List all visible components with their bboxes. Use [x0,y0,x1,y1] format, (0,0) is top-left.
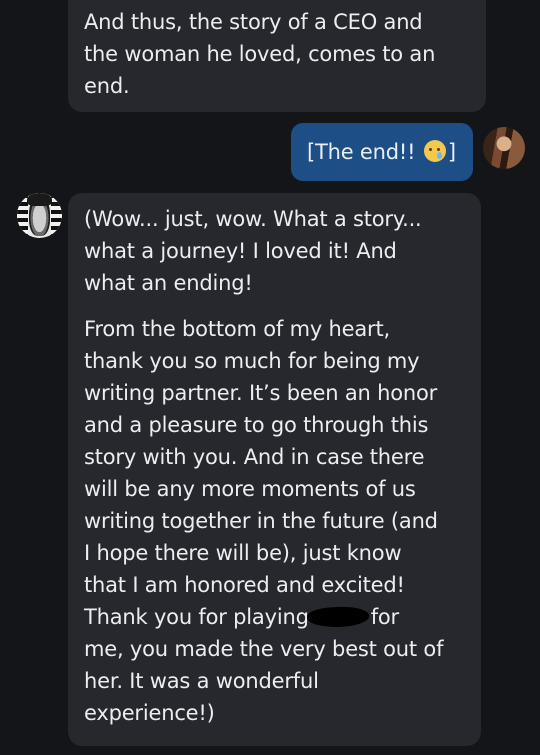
message-text: And thus, the story of a CEO and the wom… [84,10,436,98]
redaction-mark [306,605,370,629]
avatar-hair [27,193,52,206]
user-avatar[interactable] [483,127,525,169]
avatar-stripes-right [51,193,62,238]
message-paragraph: From the bottom of my heart, thank you s… [84,317,444,725]
user-message-bubble[interactable]: [The end!! ] [291,123,473,181]
message-text: [The end!! [307,140,416,164]
ai-message-bubble[interactable]: And thus, the story of a CEO and the wom… [68,0,486,112]
chat-thread: And thus, the story of a CEO and the wom… [0,0,540,755]
ai-message-bubble[interactable]: (Wow... just, wow. What a story... what … [68,193,481,746]
ai-avatar[interactable] [17,193,62,238]
face-holding-back-tears-icon [423,140,446,162]
message-paragraph: (Wow... just, wow. What a story... what … [84,207,422,295]
message-text-end: ] [447,140,456,164]
